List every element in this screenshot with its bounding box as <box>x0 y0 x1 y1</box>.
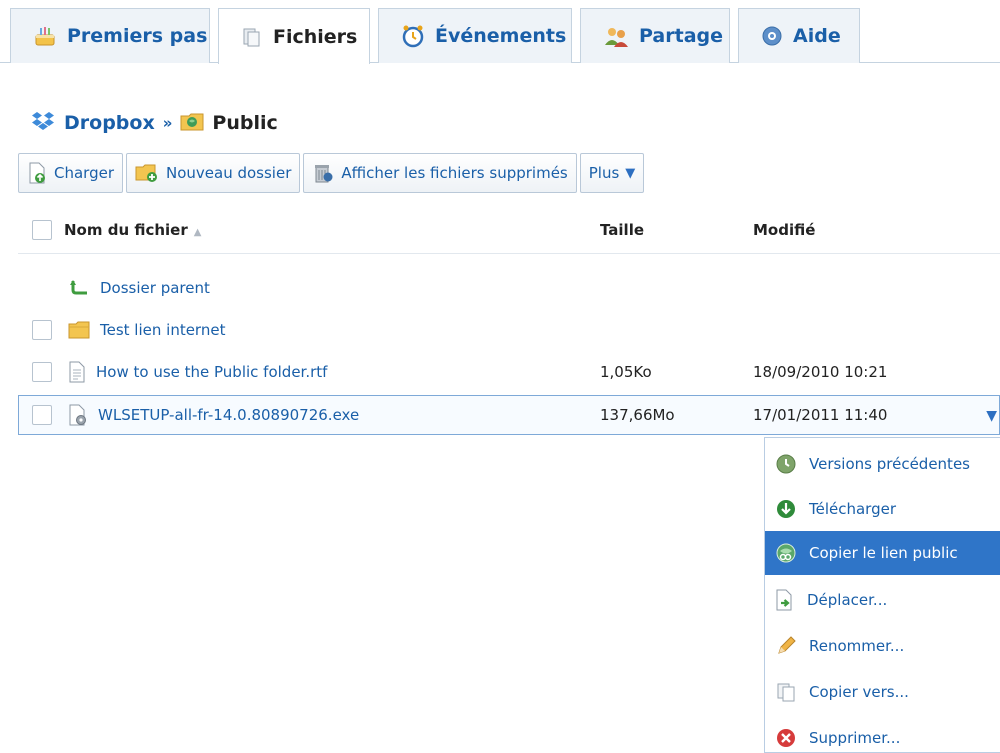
tab-bar: Premiers pas Fichiers Événements Partage… <box>0 0 1000 64</box>
menu-item-label: Versions précédentes <box>809 455 970 473</box>
copy-icon <box>775 681 797 703</box>
history-icon <box>775 453 797 475</box>
table-row: Test lien internet <box>18 310 1000 350</box>
file-modified: 18/09/2010 10:21 <box>753 363 888 381</box>
menu-item-label: Déplacer... <box>807 591 888 609</box>
new-folder-icon <box>135 163 159 183</box>
file-name: WLSETUP-all-fr-14.0.80890726.exe <box>98 406 360 424</box>
breadcrumb-root[interactable]: Dropbox <box>64 112 155 134</box>
toolbar: Charger Nouveau dossier Afficher les fic… <box>18 153 647 193</box>
breadcrumb-separator: » <box>162 114 173 132</box>
tab-aide[interactable]: Aide <box>738 8 860 63</box>
file-name-link[interactable]: How to use the Public folder.rtf <box>68 352 327 392</box>
show-deleted-files-button[interactable]: Afficher les fichiers supprimés <box>303 153 577 193</box>
new-folder-button-label: Nouveau dossier <box>166 164 292 182</box>
tab-label: Aide <box>793 25 841 47</box>
files-icon <box>241 26 263 48</box>
menu-item-previous-versions[interactable]: Versions précédentes <box>765 442 1000 486</box>
tab-partage[interactable]: Partage <box>580 8 730 63</box>
file-size: 137,66Mo <box>600 406 675 424</box>
file-size: 1,05Ko <box>600 363 652 381</box>
file-name-link[interactable]: Test lien internet <box>68 310 225 350</box>
rename-icon <box>775 635 797 657</box>
table-row-selected[interactable]: WLSETUP-all-fr-14.0.80890726.exe 137,66M… <box>18 395 1000 435</box>
column-name-header[interactable]: Nom du fichier ▲ <box>64 221 201 239</box>
folder-icon <box>68 321 90 339</box>
tab-fichiers[interactable]: Fichiers <box>218 8 370 64</box>
row-checkbox[interactable] <box>32 405 52 425</box>
dropbox-icon <box>30 110 56 137</box>
menu-item-label: Copier vers... <box>809 683 909 701</box>
menu-item-label: Supprimer... <box>809 729 901 747</box>
menu-item-delete[interactable]: Supprimer... <box>765 716 1000 753</box>
row-checkbox[interactable] <box>32 362 52 382</box>
tab-label: Fichiers <box>273 25 358 48</box>
menu-item-rename[interactable]: Renommer... <box>765 624 1000 668</box>
help-icon <box>761 25 783 47</box>
tab-label: Premiers pas <box>67 25 208 47</box>
menu-item-label: Renommer... <box>809 637 905 655</box>
delete-icon <box>775 727 797 749</box>
menu-item-download[interactable]: Télécharger <box>765 487 1000 531</box>
chevron-down-icon[interactable]: ▼ <box>986 408 997 424</box>
column-name-label: Nom du fichier <box>64 221 188 239</box>
file-table-header: Nom du fichier ▲ Taille Modifié <box>18 208 1000 254</box>
file-name: Test lien internet <box>100 321 226 339</box>
menu-item-label: Copier le lien public <box>809 544 958 562</box>
clock-icon <box>401 24 425 48</box>
move-icon <box>775 589 795 611</box>
more-button-label: Plus <box>588 164 620 182</box>
tab-label: Événements <box>435 25 567 47</box>
table-row: How to use the Public folder.rtf 1,05Ko … <box>18 352 1000 392</box>
new-folder-button[interactable]: Nouveau dossier <box>126 153 301 193</box>
document-icon <box>68 361 86 383</box>
menu-item-copy-to[interactable]: Copier vers... <box>765 670 1000 714</box>
executable-icon <box>68 404 88 426</box>
chevron-down-icon: ▼ <box>625 165 636 181</box>
column-size-header[interactable]: Taille <box>600 221 644 239</box>
parent-folder-row: Dossier parent <box>18 268 1000 308</box>
download-icon <box>775 498 797 520</box>
menu-item-copy-public-link[interactable]: Copier le lien public <box>765 531 1000 575</box>
menu-item-move[interactable]: Déplacer... <box>765 578 1000 622</box>
upload-button[interactable]: Charger <box>18 153 123 193</box>
people-icon <box>603 24 629 48</box>
public-link-icon <box>775 542 797 564</box>
upload-button-label: Charger <box>54 164 114 182</box>
cake-icon <box>33 25 57 47</box>
file-name: How to use the Public folder.rtf <box>96 363 328 381</box>
parent-arrow-icon <box>68 279 90 297</box>
show-deleted-files-label: Afficher les fichiers supprimés <box>341 164 568 182</box>
breadcrumb: Dropbox » Public <box>30 108 278 138</box>
tab-label: Partage <box>639 25 723 47</box>
parent-folder-label: Dossier parent <box>100 279 210 297</box>
more-button[interactable]: Plus ▼ <box>579 153 645 193</box>
breadcrumb-current: Public <box>212 112 278 134</box>
sort-ascending-icon: ▲ <box>193 227 202 238</box>
file-context-menu: Versions précédentes Télécharger Copier … <box>764 437 1000 753</box>
tab-premiers-pas[interactable]: Premiers pas <box>10 8 210 63</box>
row-checkbox[interactable] <box>32 320 52 340</box>
file-modified: 17/01/2011 11:40 <box>753 406 888 424</box>
menu-item-label: Télécharger <box>809 500 897 518</box>
select-all-checkbox[interactable] <box>32 220 52 240</box>
parent-folder-link[interactable]: Dossier parent <box>68 268 210 308</box>
file-name-link[interactable]: WLSETUP-all-fr-14.0.80890726.exe <box>68 395 359 435</box>
upload-icon <box>27 162 47 184</box>
public-folder-icon <box>180 111 204 136</box>
tab-evenements[interactable]: Événements <box>378 8 572 63</box>
trash-icon <box>312 162 334 184</box>
column-modified-header[interactable]: Modifié <box>753 221 815 239</box>
